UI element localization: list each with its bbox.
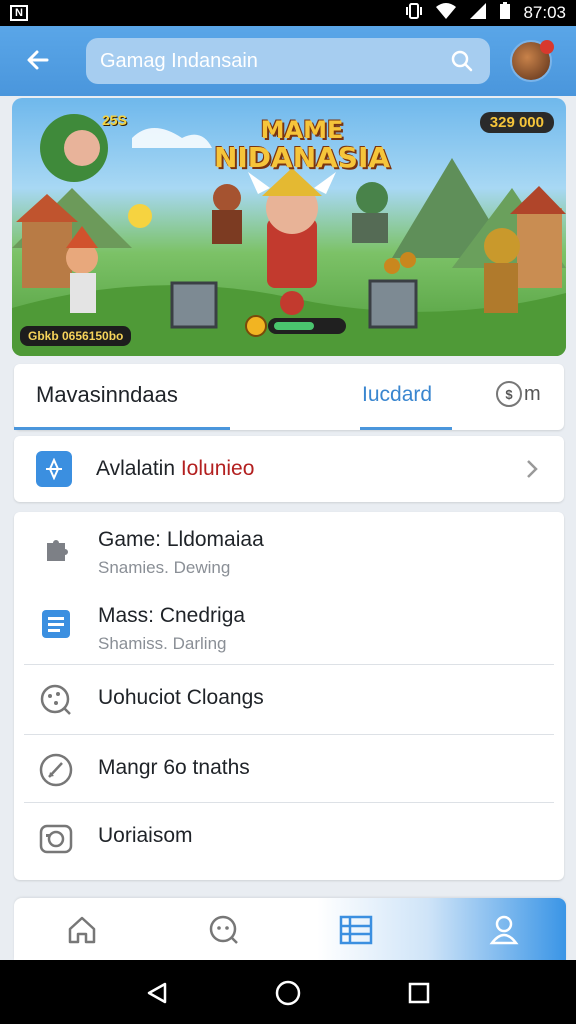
bottom-nav	[14, 898, 566, 960]
featured-label-main: Avlalatin	[96, 457, 181, 480]
camera-icon	[36, 818, 76, 858]
search-text: Gamag Indansain	[100, 49, 258, 72]
home-icon[interactable]	[62, 910, 102, 950]
list-item-title: Uoriaisom	[98, 824, 193, 847]
featured-label: Avlalatin Iolunieo	[96, 457, 522, 481]
divider	[24, 664, 554, 665]
menu-list: Game: Lldomaiaa Snamies. Dewing Mass: Cn…	[14, 512, 564, 880]
list-item[interactable]: Mangr 6o tnaths	[14, 750, 564, 790]
tab-secondary[interactable]: Iucdard	[362, 383, 432, 407]
search-input[interactable]: Gamag Indansain	[86, 38, 490, 84]
compass-icon	[36, 451, 72, 487]
vibrate-icon	[405, 2, 423, 25]
search-icon[interactable]	[448, 47, 476, 75]
puzzle-icon	[36, 528, 76, 568]
pen-icon	[36, 750, 76, 790]
list-item-title: Mass: Cnedriga	[98, 604, 246, 627]
home-circle-icon[interactable]	[273, 978, 303, 1008]
profile-icon[interactable]	[484, 910, 524, 950]
tab-main[interactable]: Mavasinndaas	[36, 382, 178, 408]
system-nav-bar	[0, 960, 576, 1024]
tab-secondary-indicator	[360, 427, 452, 430]
list-item-subtitle: Snamies. Dewing	[98, 558, 231, 577]
recents-square-icon[interactable]	[404, 978, 434, 1008]
document-icon	[36, 604, 76, 644]
currency-icon: $	[496, 381, 522, 407]
list-item[interactable]: Uohuciot Cloangs	[14, 680, 564, 720]
status-bar: N 87:03	[0, 0, 576, 26]
list-item[interactable]: Game: Lldomaiaa Snamies. Dewing	[14, 528, 564, 578]
list-item-title: Mangr 6o tnaths	[98, 756, 250, 779]
tab-bar: Mavasinndaas Iucdard $ m	[14, 364, 564, 430]
tab-currency-suffix: m	[524, 382, 541, 405]
app-bar: Gamag Indansain	[0, 26, 576, 96]
banner-title-line1: MAME	[260, 116, 344, 144]
back-triangle-icon[interactable]	[142, 978, 172, 1008]
list-item[interactable]: Mass: Cnedriga Shamiss. Darling	[14, 604, 564, 654]
battery-icon	[499, 1, 511, 25]
chat-bubble-icon	[36, 680, 76, 720]
avatar[interactable]	[510, 40, 554, 82]
back-arrow-icon[interactable]	[20, 42, 56, 78]
divider	[24, 734, 554, 735]
list-icon[interactable]	[336, 910, 376, 950]
coin-counter: 25S	[102, 112, 127, 128]
banner-title-line2: NIDANASIA	[213, 141, 391, 174]
signal-icon	[469, 2, 487, 25]
chat-icon[interactable]	[204, 910, 244, 950]
tab-main-indicator	[14, 427, 230, 430]
list-item-title: Uohuciot Cloangs	[98, 686, 264, 709]
game-banner[interactable]: 25S MAME NIDANASIA 329 000 Gbkb 0656150b…	[12, 98, 566, 356]
clock: 87:03	[523, 3, 566, 22]
notification-dot	[540, 40, 554, 54]
featured-label-highlight: Iolunieo	[180, 457, 255, 480]
score-badge: 329 000	[479, 112, 554, 133]
banner-tag: Gbkb 0656150bo	[20, 326, 132, 346]
list-item-title: Game: Lldomaiaa	[98, 528, 264, 551]
wifi-icon	[435, 2, 457, 25]
tab-currency[interactable]: $ m	[496, 381, 541, 407]
banner-title: MAME NIDANASIA	[212, 116, 392, 172]
list-item[interactable]: Uoriaisom	[14, 818, 564, 858]
list-item-subtitle: Shamiss. Darling	[98, 634, 227, 653]
chevron-right-icon	[522, 457, 542, 481]
divider	[24, 802, 554, 803]
notification-icon: N	[10, 5, 28, 21]
featured-row[interactable]: Avlalatin Iolunieo	[14, 436, 564, 502]
